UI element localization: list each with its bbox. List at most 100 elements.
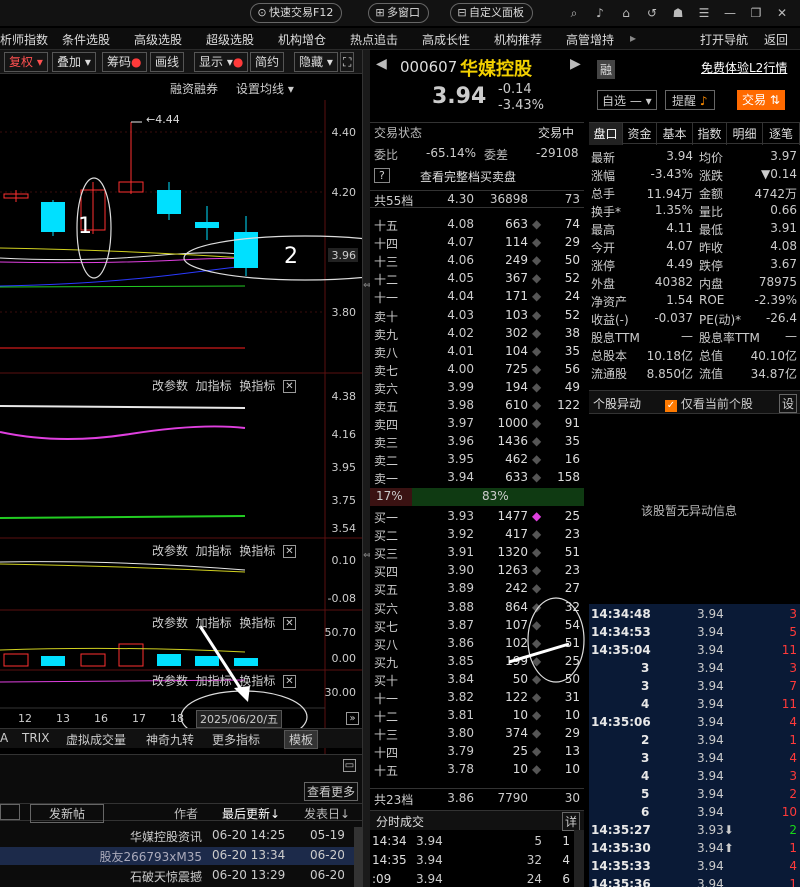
close-icon[interactable]: ✕ (774, 5, 790, 21)
close-icon[interactable]: ✕ (282, 617, 296, 630)
tab-tick[interactable]: 逐笔 (763, 123, 800, 145)
back-icon[interactable]: ↺ (644, 5, 660, 21)
news-row[interactable]: 石破天惊震撼 06-20 13:29 06-20 (0, 867, 362, 885)
template-tab[interactable]: 模板 (284, 730, 319, 749)
only-current-checkbox[interactable]: ✓ 仅看当前个股 (665, 395, 753, 412)
quote-label: 昨收 (699, 241, 724, 255)
custom-panel-button[interactable]: ⊟ 自定义面板 (450, 3, 533, 23)
swap-indicator-button[interactable]: 换指标 (239, 674, 275, 688)
indicator-tab[interactable]: 更多指标 (212, 731, 260, 748)
level-price: 3.91 (447, 545, 474, 560)
add-indicator-button[interactable]: 加指标 (196, 616, 232, 630)
close-icon[interactable]: ✕ (282, 380, 296, 393)
home-icon[interactable]: ⌂ (618, 5, 634, 21)
sell-level: 卖五 3.98 610 ◆ 122 (370, 397, 584, 415)
sub1-header: 改参数 加指标 换指标 ✕ (152, 377, 296, 394)
search-icon[interactable]: ⌕ (566, 5, 582, 21)
tab-basic[interactable]: 基本 (657, 123, 693, 145)
menu-item[interactable]: 机构推荐 (494, 31, 542, 48)
menu-icon[interactable]: ☰ (696, 5, 712, 21)
quote-row: 收益(-) -0.037 PE(动)* -26.4 (589, 310, 800, 328)
level-price: 4.06 (447, 253, 474, 268)
trade-price: 3.94 (697, 877, 724, 887)
menu-item[interactable]: 条件选股 (62, 31, 110, 48)
swap-indicator-button[interactable]: 换指标 (239, 379, 275, 393)
ticks-scrollbar[interactable] (574, 830, 584, 887)
sub1-line-green (0, 515, 246, 519)
level-price: 3.84 (447, 671, 474, 686)
col-updated[interactable]: 最后更新↓ (222, 805, 280, 822)
indicator-tab[interactable]: 虚拟成交量 (66, 731, 126, 748)
menu-item[interactable]: 高管增持 (566, 31, 614, 48)
trade-price: 3.94 (697, 769, 724, 783)
tab-index[interactable]: 指数 (693, 123, 727, 145)
help-icon[interactable]: ? (374, 168, 390, 183)
swap-indicator-button[interactable]: 换指标 (239, 616, 275, 630)
divider (370, 122, 584, 123)
change-param-button[interactable]: 改参数 (152, 616, 188, 630)
tab-pankou[interactable]: 盘口 (589, 123, 623, 145)
watchlist-button[interactable]: 自选 — ▾ (597, 90, 657, 110)
stock-price: 3.94 (432, 84, 487, 109)
swap-indicator-button[interactable]: 换指标 (239, 544, 275, 558)
full-book-link[interactable]: 查看完整档买卖盘 (420, 168, 516, 185)
quick-trade-button[interactable]: ⊙ 快速交易F12 (250, 3, 343, 23)
menu-arrow-icon[interactable]: ▸ (630, 31, 636, 45)
minimize-icon[interactable]: — (722, 5, 738, 21)
ticks-detail-button[interactable]: 详 (562, 812, 581, 831)
menu-item[interactable]: 超级选股 (206, 31, 254, 48)
level-label: 买三 (374, 547, 399, 562)
quote-value: 4742万 (754, 187, 797, 201)
add-indicator-button[interactable]: 加指标 (196, 379, 232, 393)
collapse-icon[interactable]: ▭ (343, 759, 356, 772)
multi-window-button[interactable]: ⊞ 多窗口 (368, 3, 429, 23)
view-more-button[interactable]: 查看更多 (304, 782, 359, 801)
indicator-tab[interactable]: TRIX (22, 731, 49, 745)
indicator-tab[interactable]: A (0, 731, 8, 745)
axis-label: 0.10 (331, 554, 357, 567)
change-param-button[interactable]: 改参数 (152, 379, 188, 393)
splitter[interactable]: ⇔ ⇔ (362, 50, 371, 887)
indicator-tab[interactable]: 神奇九转 (146, 731, 194, 748)
add-indicator-button[interactable]: 加指标 (196, 674, 232, 688)
menu-item[interactable]: 高成长性 (422, 31, 470, 48)
add-indicator-button[interactable]: 加指标 (196, 544, 232, 558)
buy-level: 买二 3.92 417 ◆ 23 (370, 526, 584, 544)
next-stock-icon[interactable]: ▶ (570, 56, 581, 72)
close-icon[interactable]: ✕ (282, 545, 296, 558)
axis-label: 4.20 (331, 186, 357, 199)
restore-icon[interactable]: ❐ (748, 5, 764, 21)
tab-detail[interactable]: 明细 (727, 123, 763, 145)
l2-link[interactable]: 免费体验L2行情 (701, 59, 787, 76)
anomaly-settings-button[interactable]: 设 (779, 394, 798, 413)
menu-item[interactable]: 机构增仓 (278, 31, 326, 48)
prev-stock-icon[interactable]: ◀ (376, 56, 387, 72)
sell-level: 卖二 3.95 462 ◆ 16 (370, 451, 584, 469)
change-param-button[interactable]: 改参数 (152, 674, 188, 688)
sell-total-label: 共55档 (374, 194, 414, 208)
change-param-button[interactable]: 改参数 (152, 544, 188, 558)
ratio-bar-left: 17% (376, 489, 403, 503)
menu-item-back[interactable]: 返回 (764, 31, 788, 48)
trade-button[interactable]: 交易 ⇅ (737, 90, 785, 110)
menu-item[interactable]: 高级选股 (134, 31, 182, 48)
menu-item[interactable]: 热点追击 (350, 31, 398, 48)
news-scrollbar[interactable] (354, 827, 362, 887)
menu-item-nav[interactable]: 打开导航 (700, 31, 748, 48)
alert-button[interactable]: 提醒 ♪ (665, 90, 715, 110)
quote-value: 4.08 (770, 239, 797, 253)
filter-box[interactable] (0, 804, 20, 820)
quote-label: 涨幅 (591, 169, 616, 183)
tab-funds[interactable]: 资金 (623, 123, 657, 145)
close-icon[interactable]: ✕ (282, 675, 296, 688)
bell-icon[interactable]: ♪ (592, 5, 608, 21)
news-row[interactable]: 华媒控股资讯 06-20 14:25 05-19 (0, 827, 362, 845)
sell-total-row: 共55档 4.30 36898 73 (370, 190, 584, 208)
news-row[interactable]: 股友266793xM35 06-20 13:34 06-20 (0, 847, 354, 865)
skin-icon[interactable]: ☗ (670, 5, 686, 21)
post-button[interactable]: 发新帖 (30, 804, 105, 823)
menu-item[interactable]: 析师指数 (0, 31, 48, 48)
trade-volume: 11 (781, 697, 797, 711)
quote-row: 流通股 8.850亿 流值 34.87亿 (589, 364, 800, 382)
scroll-right-icon[interactable]: » (346, 712, 359, 725)
